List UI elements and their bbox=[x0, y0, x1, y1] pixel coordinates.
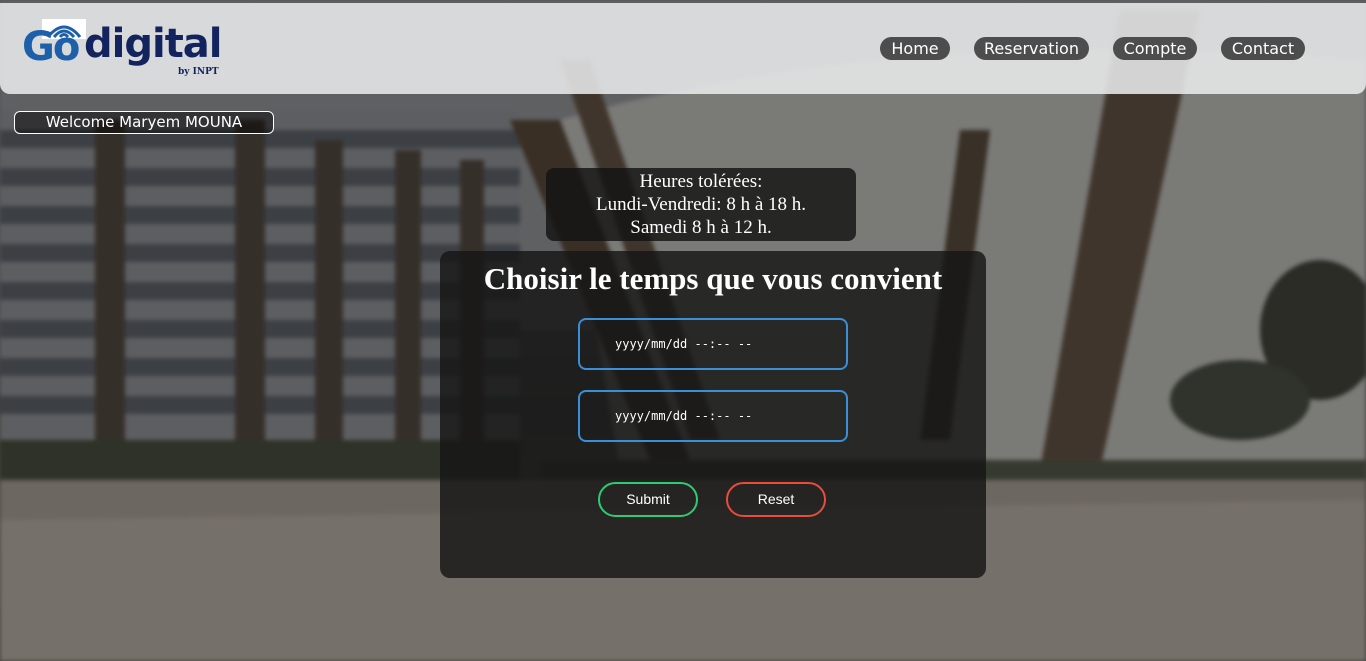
end-datetime-input[interactable]: yyyy/mm/dd --:-- -- bbox=[578, 390, 848, 442]
top-header: Go digital by INPT Home Reservation Comp… bbox=[0, 3, 1366, 94]
hours-saturday: Samedi 8 h à 12 h. bbox=[630, 217, 772, 238]
nav-contact[interactable]: Contact bbox=[1221, 37, 1305, 60]
start-datetime-input[interactable]: yyyy/mm/dd --:-- -- bbox=[578, 318, 848, 370]
reset-button[interactable]: Reset bbox=[726, 482, 826, 517]
nav-compte[interactable]: Compte bbox=[1113, 37, 1197, 60]
nav-home[interactable]: Home bbox=[880, 37, 950, 60]
form-title: Choisir le temps que vous convient bbox=[483, 261, 943, 296]
hours-weekdays: Lundi-Vendredi: 8 h à 18 h. bbox=[595, 194, 806, 215]
logo-digital-text: digital bbox=[84, 21, 223, 67]
allowed-hours-box: Heures tolérées: Lundi-Vendredi: 8 h à 1… bbox=[546, 168, 856, 241]
reservation-form-panel: Choisir le temps que vous convient yyyy/… bbox=[440, 251, 986, 578]
submit-button[interactable]: Submit bbox=[598, 482, 698, 517]
logo-go-text: Go bbox=[22, 24, 80, 70]
nav-reservation[interactable]: Reservation bbox=[974, 37, 1089, 60]
welcome-badge: Welcome Maryem MOUNA bbox=[14, 111, 274, 134]
hours-title: Heures tolérées: bbox=[639, 171, 763, 192]
logo-by-text: by INPT bbox=[178, 67, 219, 77]
godigital-logo[interactable]: Go digital by INPT bbox=[22, 19, 227, 83]
